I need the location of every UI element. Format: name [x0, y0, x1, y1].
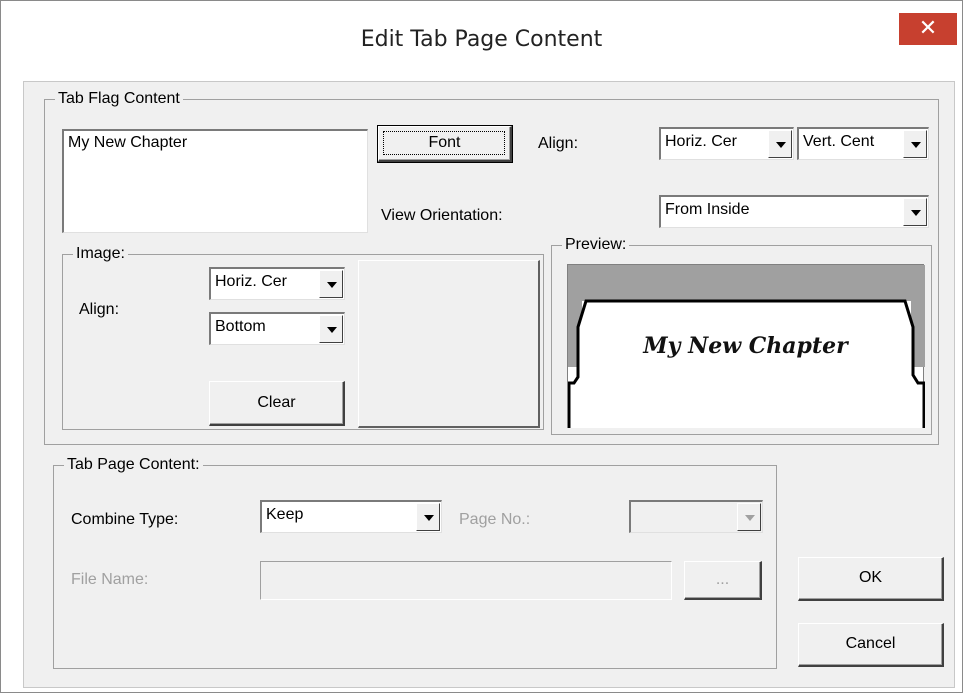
browse-button-label: ... — [715, 571, 730, 588]
ok-button-label: OK — [858, 569, 883, 586]
combine-type-label: Combine Type: — [71, 511, 179, 528]
flag-align-horizontal-select[interactable]: Horiz. Cer — [659, 127, 794, 160]
tab-flag-content-legend: Tab Flag Content — [55, 89, 183, 109]
chevron-down-icon[interactable] — [903, 198, 927, 226]
chevron-down-icon[interactable] — [737, 503, 761, 531]
file-name-label: File Name: — [71, 571, 149, 588]
cancel-button[interactable]: Cancel — [798, 623, 944, 667]
image-align-horizontal-select[interactable]: Horiz. Cer — [209, 267, 345, 300]
dialog-title: Edit Tab Page Content — [360, 27, 603, 52]
flag-align-horizontal-value: Horiz. Cer — [665, 133, 738, 150]
page-no-select[interactable] — [629, 500, 763, 533]
font-button[interactable]: Font — [377, 125, 513, 163]
close-button[interactable]: ✕ — [899, 13, 957, 45]
image-well[interactable] — [358, 260, 540, 428]
dialog-body: Tab Flag Content My New Chapter Font Ali… — [23, 81, 955, 688]
view-orientation-select[interactable]: From Inside — [659, 195, 929, 228]
combine-type-value: Keep — [266, 506, 304, 523]
chevron-down-icon[interactable] — [903, 130, 927, 158]
image-align-vertical-select[interactable]: Bottom — [209, 312, 345, 345]
chevron-down-icon[interactable] — [319, 315, 343, 343]
close-icon: ✕ — [918, 15, 938, 40]
image-align-vertical-value: Bottom — [215, 318, 266, 335]
combine-type-select[interactable]: Keep — [260, 500, 442, 533]
image-align-horizontal-value: Horiz. Cer — [215, 273, 288, 290]
preview-legend: Preview: — [562, 235, 630, 255]
view-orientation-value: From Inside — [665, 201, 750, 218]
image-legend: Image: — [73, 244, 128, 264]
tab-text-value: My New Chapter — [68, 134, 188, 151]
cancel-button-label: Cancel — [845, 635, 896, 652]
flag-align-vertical-select[interactable]: Vert. Cent — [797, 127, 929, 160]
browse-button[interactable]: ... — [684, 561, 762, 600]
clear-image-button[interactable]: Clear — [209, 381, 345, 426]
title-bar[interactable]: Edit Tab Page Content ✕ — [1, 1, 962, 81]
chevron-down-icon[interactable] — [319, 270, 343, 298]
flag-align-vertical-value: Vert. Cent — [803, 133, 875, 150]
clear-image-button-label: Clear — [257, 394, 296, 411]
chevron-down-icon[interactable] — [768, 130, 792, 158]
ok-button[interactable]: OK — [798, 557, 944, 601]
preview-tab-text: My New Chapter — [643, 333, 848, 359]
file-name-input[interactable] — [260, 561, 672, 600]
page-no-label: Page No.: — [459, 511, 531, 528]
flag-align-label: Align: — [538, 135, 579, 152]
dialog-window: Edit Tab Page Content ✕ Tab Flag Content… — [0, 0, 963, 693]
image-align-label: Align: — [79, 301, 120, 318]
tab-preview: My New Chapter — [567, 264, 925, 428]
view-orientation-label: View Orientation: — [381, 207, 503, 224]
chevron-down-icon[interactable] — [416, 503, 440, 531]
tab-page-content-legend: Tab Page Content: — [64, 455, 203, 475]
tab-text-input[interactable]: My New Chapter — [62, 129, 368, 233]
focus-rect — [383, 131, 505, 155]
